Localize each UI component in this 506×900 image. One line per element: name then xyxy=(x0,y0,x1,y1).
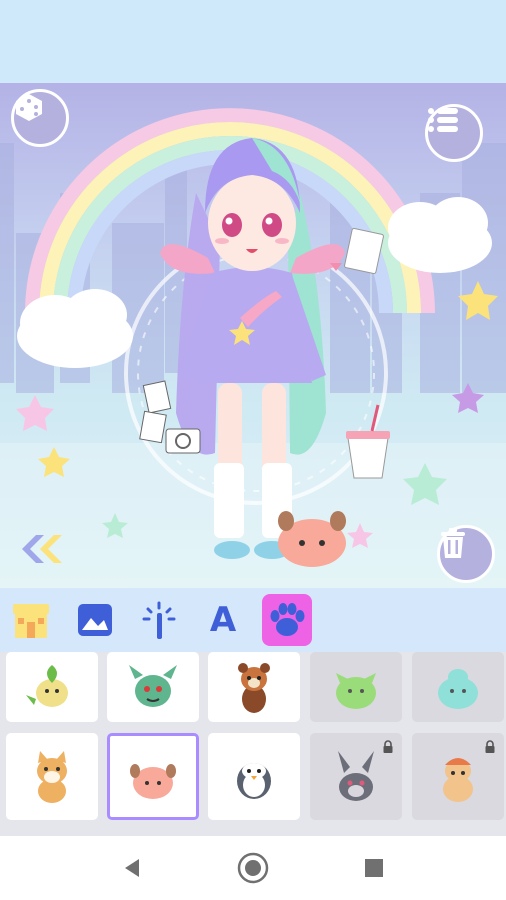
recents-square-icon xyxy=(365,859,383,877)
pink-blob-pet xyxy=(278,511,346,567)
delete-button[interactable] xyxy=(437,525,495,583)
effects-tab[interactable] xyxy=(134,594,184,646)
cloud-right xyxy=(388,197,492,273)
pet-teal-slime[interactable] xyxy=(412,652,504,722)
app-screen: A xyxy=(0,0,506,900)
cloud-left xyxy=(17,289,133,368)
nav-recents-button[interactable] xyxy=(356,850,392,886)
system-navigation-bar xyxy=(0,836,506,900)
knit-bear-icon xyxy=(443,757,473,802)
pet-red-panda[interactable] xyxy=(208,652,300,722)
teal-slime-icon xyxy=(438,669,478,709)
nav-home-button[interactable] xyxy=(235,850,271,886)
paw-icon xyxy=(270,603,305,636)
picture-icon xyxy=(78,604,112,636)
leaf-dino-icon xyxy=(26,665,68,707)
shop-icon xyxy=(13,604,49,638)
letter-a-icon: A xyxy=(209,600,237,640)
double-chevron-left-icon xyxy=(22,535,62,563)
home-circle-icon xyxy=(237,852,269,884)
menu-list-icon xyxy=(428,108,458,132)
shiba-dog-icon xyxy=(37,750,67,803)
dice-icon xyxy=(16,94,42,121)
lock-icon xyxy=(485,740,495,753)
category-tabs: A xyxy=(0,588,506,652)
back-triangle-icon xyxy=(125,859,139,877)
nav-back-button[interactable] xyxy=(114,850,150,886)
gray-bunny-icon xyxy=(338,750,374,801)
pet-shiba-dog[interactable] xyxy=(6,733,98,820)
red-panda-icon xyxy=(238,663,270,713)
pets-tab[interactable] xyxy=(262,594,312,646)
status-area xyxy=(0,0,506,83)
pink-blob-icon xyxy=(130,763,176,799)
pet-grid xyxy=(0,652,506,836)
collapse-button[interactable] xyxy=(14,533,68,573)
character-scene xyxy=(0,83,506,588)
pet-pink-blob[interactable] xyxy=(107,733,199,820)
scene-artwork xyxy=(0,108,506,588)
pet-knit-bear[interactable] xyxy=(412,733,504,820)
lock-icon xyxy=(383,740,393,753)
pet-gray-bunny[interactable] xyxy=(310,733,402,820)
trash-icon xyxy=(441,528,465,558)
text-tab[interactable]: A xyxy=(198,594,248,646)
magic-wand-icon xyxy=(142,601,176,639)
menu-button[interactable] xyxy=(425,104,483,162)
green-slime-icon xyxy=(336,673,376,709)
pet-leaf-dino[interactable] xyxy=(6,652,98,722)
shop-tab[interactable] xyxy=(6,594,56,646)
green-dragon-icon xyxy=(129,665,177,707)
background-tab[interactable] xyxy=(70,594,120,646)
randomize-button[interactable] xyxy=(11,89,69,147)
pet-penguin[interactable] xyxy=(208,733,300,820)
penguin-icon xyxy=(237,762,271,799)
pet-green-dragon[interactable] xyxy=(107,652,199,722)
drink-cup-prop xyxy=(346,404,390,479)
pet-green-slime[interactable] xyxy=(310,652,402,722)
